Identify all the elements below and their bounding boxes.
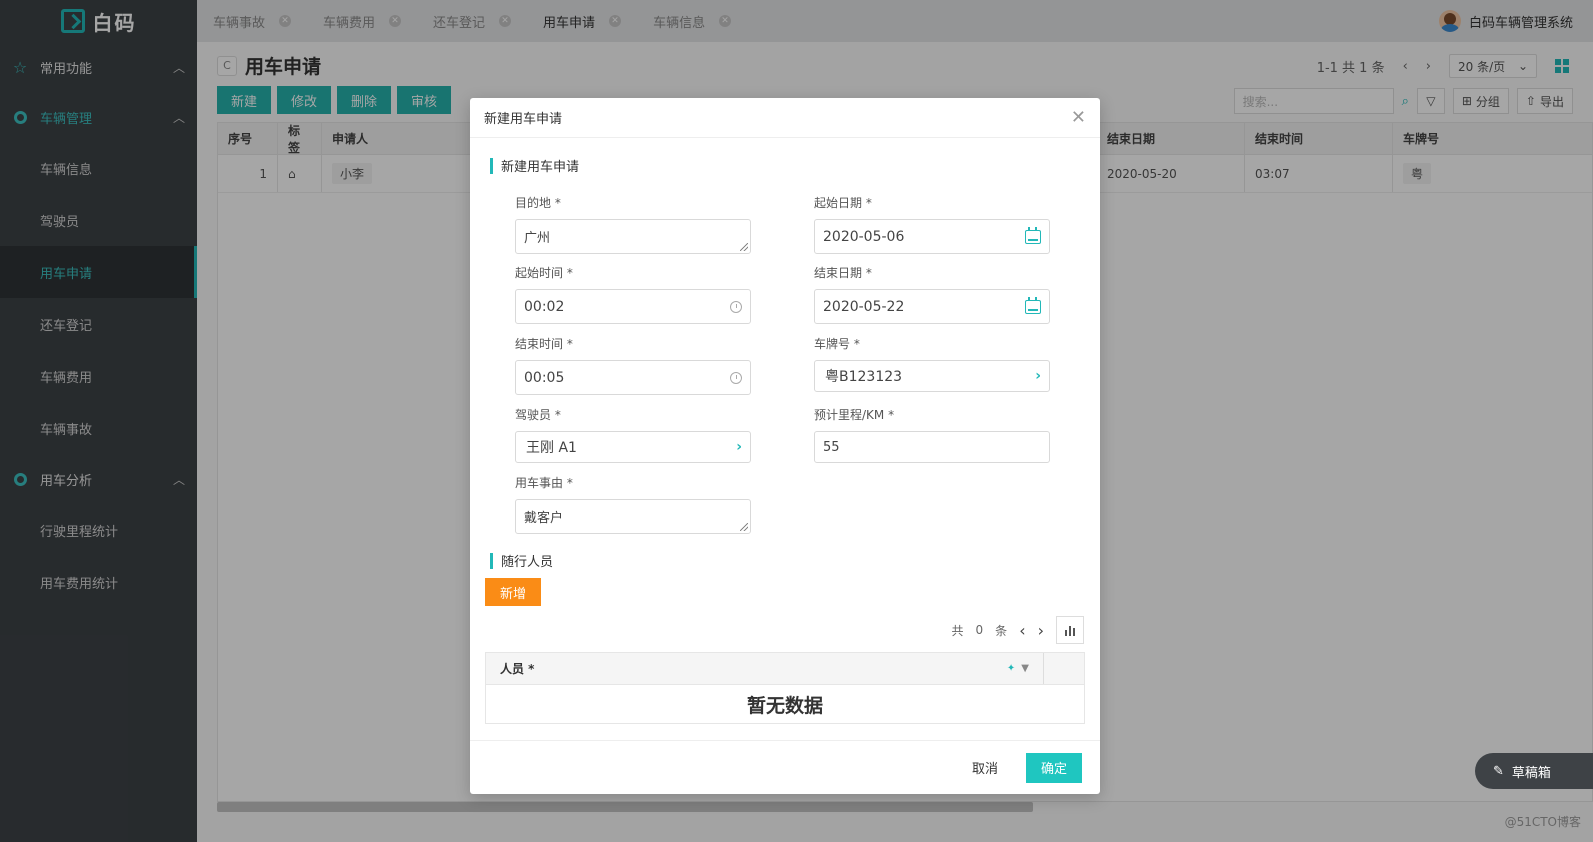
end-time-value: 00:05 bbox=[524, 369, 565, 386]
start-time-value: 00:02 bbox=[524, 298, 565, 315]
calendar-icon bbox=[1025, 226, 1041, 244]
plate-label: 车牌号 * bbox=[814, 337, 860, 351]
end-date-field[interactable]: 2020-05-22 bbox=[814, 289, 1050, 324]
header-person-label: 人员 * bbox=[500, 662, 535, 676]
end-date-label: 结束日期 * bbox=[814, 266, 872, 280]
driver-value: 王刚 A1 bbox=[526, 440, 577, 456]
sub-pager: 共 0 条 ‹ › bbox=[952, 616, 1084, 644]
start-date-value: 2020-05-06 bbox=[823, 228, 905, 245]
plate-field[interactable]: 粤B123123 › bbox=[814, 360, 1050, 392]
calendar-icon bbox=[1025, 296, 1041, 314]
caret-down-icon[interactable]: ▼ bbox=[1021, 663, 1029, 674]
start-date-field[interactable]: 2020-05-06 bbox=[814, 219, 1050, 254]
reason-label: 用车事由 * bbox=[515, 476, 573, 490]
close-icon[interactable]: ✕ bbox=[1071, 108, 1086, 127]
chevron-right-icon[interactable]: › bbox=[1038, 621, 1044, 640]
watermark: @51CTO博客 bbox=[1504, 815, 1581, 829]
cancel-button[interactable]: 取消 bbox=[961, 752, 1008, 783]
clock-icon bbox=[730, 300, 742, 313]
end-date-value: 2020-05-22 bbox=[823, 298, 905, 315]
sidebar-overlay bbox=[0, 0, 197, 842]
new-request-dialog: 新建用车申请 ✕ 新建用车申请 目的地 * 广州 起始时间 * 00:02 结束… bbox=[470, 98, 1100, 794]
draft-box-button[interactable]: ✎ 草稿箱 bbox=[1475, 753, 1593, 789]
section-bar bbox=[490, 552, 493, 569]
companions-table: 人员 * ✦ ▼ 暂无数据 bbox=[485, 652, 1085, 724]
bar-chart-icon[interactable] bbox=[1056, 616, 1084, 644]
reason-field[interactable]: 戴客户 bbox=[515, 499, 751, 534]
pin-icon[interactable]: ✦ bbox=[1007, 663, 1015, 674]
chevron-right-icon: › bbox=[1035, 368, 1041, 384]
companions-table-header: 人员 * ✦ ▼ bbox=[486, 653, 1084, 685]
mileage-field[interactable]: 55 bbox=[814, 431, 1050, 463]
mileage-value: 55 bbox=[823, 439, 840, 455]
dialog-header: 新建用车申请 ✕ bbox=[470, 98, 1100, 138]
section-title: 新建用车申请 bbox=[501, 160, 580, 175]
plate-value: 粤B123123 bbox=[825, 369, 903, 385]
resize-handle-icon[interactable] bbox=[740, 243, 748, 251]
sub-pager-count: 0 bbox=[975, 623, 984, 637]
driver-field[interactable]: 王刚 A1 › bbox=[515, 431, 751, 463]
driver-label: 驾驶员 * bbox=[515, 408, 561, 422]
section-main: 新建用车申请 bbox=[490, 156, 579, 175]
empty-state: 暂无数据 bbox=[746, 694, 823, 717]
section-title: 随行人员 bbox=[501, 555, 554, 570]
destination-value: 广州 bbox=[524, 231, 551, 246]
clock-icon bbox=[730, 371, 742, 384]
resize-handle-icon[interactable] bbox=[740, 523, 748, 531]
mileage-label: 预计里程/KM * bbox=[814, 408, 895, 422]
section-bar bbox=[490, 157, 493, 174]
destination-label: 目的地 * bbox=[515, 196, 561, 210]
chevron-left-icon[interactable]: ‹ bbox=[1019, 621, 1025, 640]
start-time-field[interactable]: 00:02 bbox=[515, 289, 751, 324]
edit-icon: ✎ bbox=[1493, 763, 1504, 779]
add-companion-button[interactable]: 新增 bbox=[485, 578, 541, 606]
sub-pager-unit: 条 bbox=[995, 623, 1008, 638]
confirm-button[interactable]: 确定 bbox=[1026, 752, 1082, 783]
destination-field[interactable]: 广州 bbox=[515, 219, 751, 254]
chevron-right-icon: › bbox=[736, 439, 742, 455]
end-time-label: 结束时间 * bbox=[515, 337, 573, 351]
sub-pager-total-label: 共 bbox=[951, 623, 964, 638]
dialog-title: 新建用车申请 bbox=[484, 112, 563, 127]
reason-value: 戴客户 bbox=[524, 511, 564, 526]
end-time-field[interactable]: 00:05 bbox=[515, 360, 751, 395]
start-date-label: 起始日期 * bbox=[814, 196, 872, 210]
section-companions: 随行人员 bbox=[490, 551, 553, 570]
start-time-label: 起始时间 * bbox=[515, 266, 573, 280]
draft-box-label: 草稿箱 bbox=[1511, 765, 1551, 781]
dialog-footer: 取消 确定 bbox=[470, 740, 1100, 794]
header-person[interactable]: 人员 * ✦ ▼ bbox=[486, 653, 1044, 684]
